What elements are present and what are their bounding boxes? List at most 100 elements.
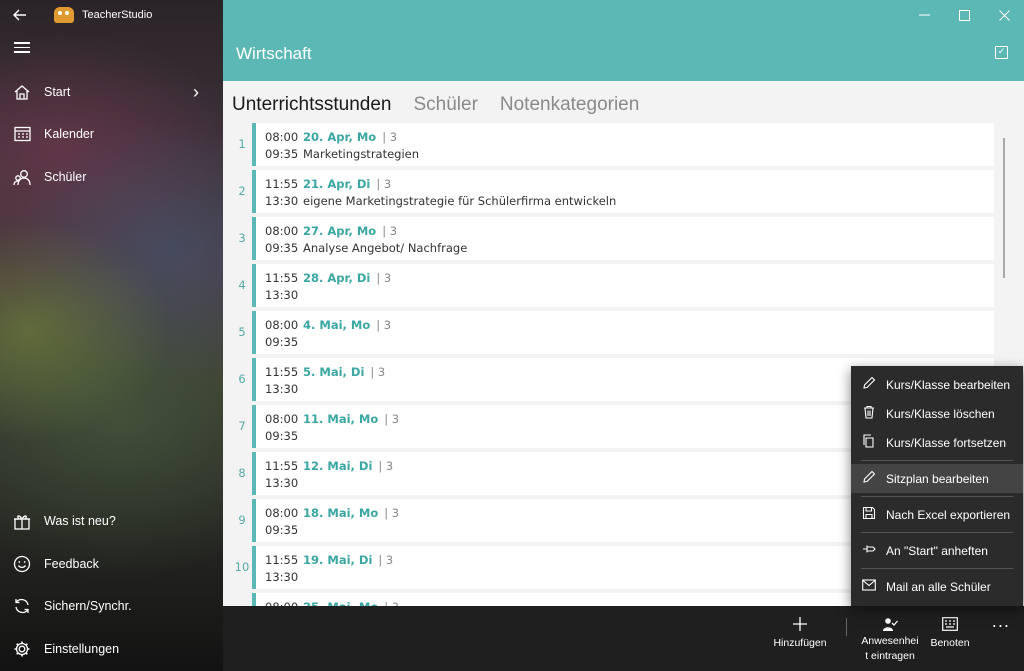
- lesson-date-text: 19. Mai, Di: [303, 553, 373, 567]
- scrollbar[interactable]: [1003, 138, 1005, 278]
- lesson-row[interactable]: 3 08:00 09:35 27. Apr, Mo | 3 Analyse Angebot…: [232, 217, 994, 260]
- nav-item-feedback[interactable]: Feedback: [0, 543, 223, 585]
- hamburger-menu-button[interactable]: [14, 42, 30, 54]
- lesson-number: 9: [238, 513, 246, 527]
- title-bar: TeacherStudio: [0, 0, 223, 30]
- maximize-icon: [958, 9, 970, 21]
- lesson-date: 18. Mai, Mo | 3: [303, 506, 399, 520]
- maximize-button[interactable]: [944, 0, 984, 30]
- lesson-end-time: 09:35: [265, 241, 299, 255]
- nav-item-start[interactable]: Start ›: [0, 71, 223, 113]
- people-icon: [0, 169, 44, 186]
- nav-item-einstellungen[interactable]: Einstellungen: [0, 628, 223, 670]
- attendance-label-line-1: Anwesenhei: [861, 635, 919, 647]
- lesson-count: | 3: [376, 177, 392, 191]
- nav-item-was-ist-neu[interactable]: Was ist neu?: [0, 500, 223, 542]
- minimize-button[interactable]: [904, 0, 944, 30]
- home-icon: [0, 84, 44, 101]
- back-button[interactable]: [0, 0, 40, 30]
- lesson-number: 6: [238, 372, 246, 386]
- close-button[interactable]: [984, 0, 1024, 30]
- lesson-end-time: 09:35: [265, 147, 299, 161]
- menu-item-mail-all[interactable]: Mail an alle Schüler: [851, 572, 1023, 601]
- lesson-end-time: 13:30: [265, 382, 299, 396]
- lesson-row[interactable]: 2 11:55 13:30 21. Apr, Di | 3 eigene Marketin…: [232, 170, 994, 213]
- lesson-end-time: 13:30: [265, 288, 299, 302]
- more-options-button[interactable]: ...: [992, 612, 1010, 631]
- menu-item-edit-course[interactable]: Kurs/Klasse bearbeiten: [851, 370, 1023, 399]
- menu-item-pin-to-start[interactable]: An "Start" anheften: [851, 536, 1023, 565]
- lesson-number: 3: [238, 231, 246, 245]
- nav-item-label: Einstellungen: [44, 642, 120, 656]
- lesson-start-time: 11:55: [265, 365, 299, 379]
- lesson-number: 10: [234, 560, 250, 574]
- lesson-date-text: 18. Mai, Mo: [303, 506, 379, 520]
- lesson-number: 7: [238, 419, 246, 433]
- lesson-count: | 3: [370, 365, 386, 379]
- grade-label: Benoten: [930, 637, 970, 649]
- lesson-count: | 3: [378, 553, 394, 567]
- menu-separator: [861, 532, 1013, 533]
- attendance-label-line-2: t eintragen: [865, 650, 915, 662]
- lesson-date: 11. Mai, Mo | 3: [303, 412, 399, 426]
- select-checkbox[interactable]: ✓: [995, 46, 1008, 59]
- add-button[interactable]: Hinzufügen: [768, 614, 832, 649]
- lesson-card[interactable]: 11:55 13:30 28. Apr, Di | 3: [252, 264, 994, 307]
- nav-item-schueler[interactable]: Schüler: [0, 156, 223, 198]
- lesson-number: 8: [238, 466, 246, 480]
- navigation-pane: TeacherStudio Start › Kalender Schüler W…: [0, 0, 223, 671]
- app-title: TeacherStudio: [82, 9, 153, 21]
- nav-item-label: Start: [44, 85, 71, 99]
- lesson-start-time: 08:00: [265, 412, 299, 426]
- lesson-date-text: 5. Mai, Di: [303, 365, 365, 379]
- lesson-date-text: 20. Apr, Mo: [303, 130, 377, 144]
- tab-notenkategorien[interactable]: Notenkategorien: [500, 94, 639, 116]
- lesson-date: 19. Mai, Di | 3: [303, 553, 393, 567]
- app-logo-icon: [54, 7, 74, 23]
- menu-item-delete-course[interactable]: Kurs/Klasse löschen: [851, 399, 1023, 428]
- menu-item-export-excel[interactable]: Nach Excel exportieren: [851, 500, 1023, 529]
- menu-item-edit-seating-plan[interactable]: Sitzplan bearbeiten: [851, 464, 1023, 493]
- lesson-start-time: 11:55: [265, 459, 299, 473]
- lesson-card[interactable]: 11:55 13:30 21. Apr, Di | 3 eigene Marketing…: [252, 170, 994, 213]
- tab-unterrichtsstunden[interactable]: Unterrichtsstunden: [232, 94, 391, 116]
- lesson-number: 1: [238, 137, 246, 151]
- sync-icon: [0, 597, 44, 615]
- nav-item-sichern[interactable]: Sichern/Synchr.: [0, 585, 223, 627]
- lesson-end-time: 09:35: [265, 429, 299, 443]
- menu-separator: [861, 568, 1013, 569]
- trash-icon: [862, 405, 886, 422]
- window-controls: [904, 0, 1024, 30]
- lesson-row[interactable]: 4 11:55 13:30 28. Apr, Di | 3: [232, 264, 994, 307]
- menu-item-label: Nach Excel exportieren: [886, 507, 1011, 522]
- lesson-card[interactable]: 08:00 09:35 4. Mai, Mo | 3: [252, 311, 994, 354]
- nav-item-label: Feedback: [44, 557, 99, 571]
- lesson-card[interactable]: 08:00 09:35 27. Apr, Mo | 3 Analyse Angebot/…: [252, 217, 994, 260]
- tab-bar: Unterrichtsstunden Schüler Notenkategori…: [223, 81, 1024, 123]
- menu-item-label: An "Start" anheften: [886, 543, 988, 558]
- lesson-date: 21. Apr, Di | 3: [303, 177, 391, 191]
- lesson-count: | 3: [382, 130, 398, 144]
- nav-item-kalender[interactable]: Kalender: [0, 113, 223, 155]
- menu-item-label: Sitzplan bearbeiten: [886, 471, 989, 486]
- command-bar: Hinzufügen Anwesenhei t eintragen Benote…: [223, 606, 1024, 671]
- lesson-date-text: 21. Apr, Di: [303, 177, 371, 191]
- add-label: Hinzufügen: [773, 637, 827, 649]
- tab-schueler[interactable]: Schüler: [413, 94, 477, 116]
- attendance-button[interactable]: Anwesenhei t eintragen: [856, 614, 924, 664]
- gift-icon: [0, 512, 44, 530]
- lesson-card[interactable]: 08:00 09:35 20. Apr, Mo | 3 Marketingstrateg…: [252, 123, 994, 166]
- lesson-date: 12. Mai, Di | 3: [303, 459, 393, 473]
- lesson-row[interactable]: 1 08:00 09:35 20. Apr, Mo | 3 Marketingstrate…: [232, 123, 994, 166]
- nav-item-label: Kalender: [44, 127, 95, 141]
- grade-button[interactable]: Benoten: [923, 614, 977, 649]
- lesson-row[interactable]: 5 08:00 09:35 4. Mai, Mo | 3: [232, 311, 994, 354]
- lesson-start-time: 08:00: [265, 130, 299, 144]
- mail-icon: [862, 579, 886, 594]
- lesson-topic: Marketingstrategien: [303, 147, 420, 161]
- lesson-end-time: 13:30: [265, 570, 299, 584]
- copy-icon: [862, 434, 886, 451]
- menu-item-continue-course[interactable]: Kurs/Klasse fortsetzen: [851, 428, 1023, 457]
- lesson-start-time: 11:55: [265, 553, 299, 567]
- lesson-count: | 3: [384, 412, 400, 426]
